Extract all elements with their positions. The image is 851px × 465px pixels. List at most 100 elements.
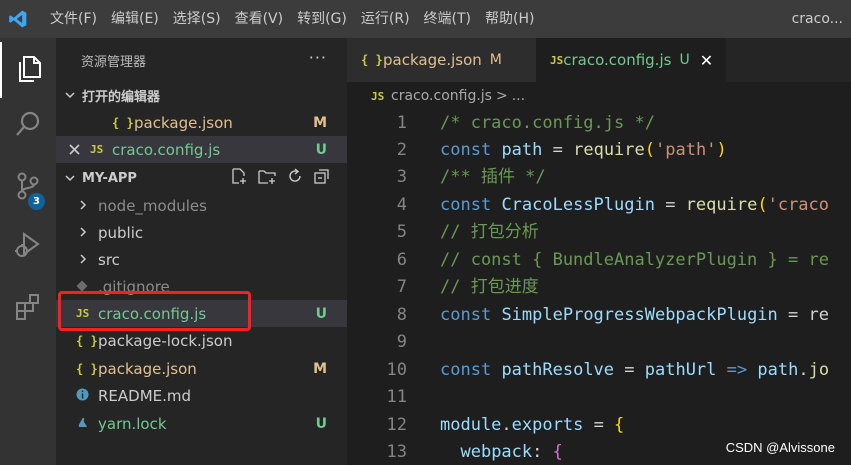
run-debug-icon	[13, 229, 43, 263]
extensions-activity[interactable]	[0, 281, 56, 337]
code-line: webpack: {	[460, 442, 563, 462]
refresh-icon[interactable]	[286, 167, 304, 189]
chevron-down-icon	[62, 89, 78, 101]
tree-file-package-lock[interactable]: { } package-lock.json	[56, 327, 347, 354]
tree-item-label: package-lock.json	[98, 331, 233, 350]
search-activity[interactable]	[0, 98, 56, 154]
open-editors-label: 打开的编辑器	[82, 89, 161, 105]
code-line: // const { BundleAnalyzerPlugin } = re	[440, 250, 829, 270]
open-editor-label: package.json	[134, 113, 233, 132]
title-bar: 文件(F) 编辑(E) 选择(S) 查看(V) 转到(G) 运行(R) 终端(T…	[0, 0, 851, 38]
chevron-right-icon	[78, 251, 98, 269]
project-section[interactable]: MY-APP	[56, 165, 347, 191]
tree-file-package-json[interactable]: { } package.json M	[56, 355, 347, 382]
menu-go[interactable]: 转到(G)	[290, 0, 354, 38]
tree-folder-node-modules[interactable]: node_modules	[56, 192, 347, 219]
tree-folder-src[interactable]: src	[56, 246, 347, 273]
menu-view[interactable]: 查看(V)	[228, 0, 291, 38]
code-line: /* craco.config.js */	[440, 113, 655, 133]
chevron-right-icon	[78, 197, 98, 215]
explorer-activity[interactable]	[0, 42, 56, 98]
extensions-icon	[13, 292, 43, 326]
new-file-icon[interactable]	[230, 167, 248, 189]
highlight-box	[58, 291, 251, 331]
tree-item-label: README.md	[98, 386, 192, 405]
yarn-file-icon	[76, 415, 98, 433]
json-file-icon: { }	[76, 361, 98, 376]
menu-selection[interactable]: 选择(S)	[166, 0, 228, 38]
open-editor-label: craco.config.js	[112, 140, 221, 159]
new-folder-icon[interactable]	[257, 167, 277, 189]
chevron-down-icon	[62, 172, 78, 184]
tab-craco-config[interactable]: JS craco.config.js U ✕	[536, 38, 726, 82]
explorer-title: 资源管理器	[81, 54, 147, 70]
menu-edit[interactable]: 编辑(E)	[104, 0, 166, 38]
collapse-all-icon[interactable]	[313, 167, 331, 189]
code-line: const path = require('path')	[440, 140, 727, 160]
line-number: 1	[396, 113, 407, 133]
tree-item-label: public	[98, 223, 144, 242]
explorer-sidebar: 资源管理器 ··· 打开的编辑器 { } package.json M JS c…	[56, 38, 347, 465]
tree-item-label: yarn.lock	[98, 414, 167, 433]
close-icon[interactable]: ✕	[700, 51, 713, 70]
editor-area: { } package.json M JS craco.config.js U …	[347, 38, 851, 465]
menu-run[interactable]: 运行(R)	[354, 0, 417, 38]
explorer-header: 资源管理器 ···	[56, 38, 347, 82]
activity-bar: 3	[0, 38, 56, 465]
close-icon[interactable]	[58, 144, 90, 155]
git-status-badge: U	[679, 52, 690, 68]
code-editor[interactable]: 1 /* craco.config.js */ 2 const path = req…	[347, 110, 851, 465]
git-status-badge: U	[315, 305, 327, 322]
menu-terminal[interactable]: 终端(T)	[417, 0, 478, 38]
editor-tabs: { } package.json M JS craco.config.js U …	[347, 38, 851, 82]
js-file-icon: JS	[550, 53, 564, 67]
menu-bar: 文件(F) 编辑(E) 选择(S) 查看(V) 转到(G) 运行(R) 终端(T…	[36, 0, 541, 38]
run-debug-activity[interactable]	[0, 218, 56, 274]
json-file-icon: { }	[112, 115, 134, 130]
git-status-badge: M	[489, 52, 502, 68]
git-status-badge: M	[313, 360, 327, 377]
git-status-badge: M	[313, 114, 327, 131]
code-line: /** 插件 */	[440, 167, 546, 187]
search-icon	[14, 110, 42, 142]
tab-package-json[interactable]: { } package.json M	[347, 38, 536, 82]
git-status-badge: U	[315, 415, 327, 432]
code-line: const pathResolve = pathUrl => path.jo	[440, 360, 830, 380]
line-number: 10	[386, 360, 407, 380]
tree-file-yarn-lock[interactable]: yarn.lock U	[56, 410, 347, 437]
tab-label: craco.config.js	[563, 51, 672, 69]
code-line: module.exports = {	[440, 415, 625, 435]
vscode-logo-icon	[0, 0, 36, 38]
open-editor-craco-config[interactable]: JS craco.config.js U	[56, 136, 347, 163]
tree-item-label: node_modules	[98, 196, 207, 215]
line-number: 12	[386, 415, 407, 435]
line-number: 4	[396, 195, 407, 215]
tree-file-readme[interactable]: README.md	[56, 382, 347, 409]
window-title: craco...	[791, 11, 843, 27]
line-number: 7	[396, 277, 407, 297]
chevron-right-icon	[78, 224, 98, 242]
tree-item-label: src	[98, 250, 120, 269]
code-line: // 打包进度	[440, 277, 539, 297]
line-number: 6	[396, 250, 407, 270]
open-editors-section[interactable]: 打开的编辑器	[56, 82, 347, 108]
json-file-icon: { }	[361, 53, 383, 67]
tree-item-label: package.json	[98, 359, 197, 378]
open-editor-package-json[interactable]: { } package.json M	[56, 109, 347, 136]
watermark: CSDN @Alvissone	[725, 440, 835, 455]
line-number: 13	[386, 442, 407, 462]
explorer-actions	[230, 165, 331, 191]
breadcrumb-separator: >	[495, 88, 508, 104]
code-line: // 打包分析	[440, 222, 539, 242]
source-control-activity[interactable]	[0, 160, 56, 216]
menu-help[interactable]: 帮助(H)	[478, 0, 541, 38]
breadcrumb-file[interactable]: craco.config.js	[391, 88, 492, 104]
tree-folder-public[interactable]: public	[56, 219, 347, 246]
breadcrumb-symbol[interactable]: ...	[512, 88, 525, 104]
info-file-icon	[76, 387, 98, 405]
more-actions-icon[interactable]: ···	[309, 48, 327, 67]
line-number: 9	[396, 332, 407, 352]
code-line: const CracoLessPlugin = require('craco	[440, 195, 830, 215]
breadcrumb: JS craco.config.js > ...	[347, 82, 851, 110]
menu-file[interactable]: 文件(F)	[36, 0, 104, 38]
